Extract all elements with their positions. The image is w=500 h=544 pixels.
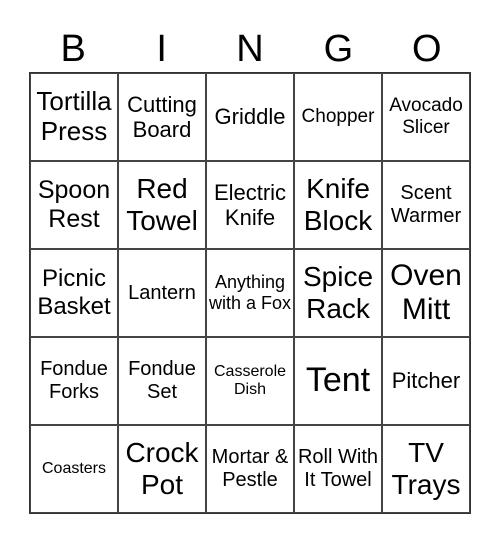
bingo-cell[interactable]: Casserole Dish xyxy=(206,337,294,425)
header-letter-i: I xyxy=(156,28,167,70)
bingo-cell[interactable]: Spoon Rest xyxy=(30,161,118,249)
bingo-cell[interactable]: Scent Warmer xyxy=(382,161,470,249)
bingo-cell[interactable]: Red Towel xyxy=(118,161,206,249)
bingo-cell[interactable]: Oven Mitt xyxy=(382,249,470,337)
bingo-cell[interactable]: Tortilla Press xyxy=(30,73,118,161)
bingo-cell[interactable]: Anything with a Fox xyxy=(206,249,294,337)
header-letter-o: O xyxy=(412,28,442,70)
bingo-cell[interactable]: Tent xyxy=(294,337,382,425)
bingo-cell[interactable]: Roll With It Towel xyxy=(294,425,382,513)
bingo-cell[interactable]: Lantern xyxy=(118,249,206,337)
bingo-cell[interactable]: Knife Block xyxy=(294,161,382,249)
header-letter-n: N xyxy=(236,28,264,70)
header-letter-g: G xyxy=(323,28,354,70)
bingo-cell[interactable]: Spice Rack xyxy=(294,249,382,337)
bingo-cell[interactable]: Crock Pot xyxy=(118,425,206,513)
bingo-cell[interactable]: Cutting Board xyxy=(118,73,206,161)
bingo-cell[interactable]: Pitcher xyxy=(382,337,470,425)
bingo-cell[interactable]: Picnic Basket xyxy=(30,249,118,337)
bingo-grid: Tortilla Press Cutting Board Griddle Choppe… xyxy=(29,72,471,514)
bingo-cell[interactable]: Fondue Forks xyxy=(30,337,118,425)
bingo-cell[interactable]: Mortar & Pestle xyxy=(206,425,294,513)
bingo-cell[interactable]: Chopper xyxy=(294,73,382,161)
bingo-cell[interactable]: Griddle xyxy=(206,73,294,161)
bingo-cell[interactable]: TV Trays xyxy=(382,425,470,513)
bingo-cell[interactable]: Fondue Set xyxy=(118,337,206,425)
header-letter-b: B xyxy=(60,28,86,70)
bingo-cell[interactable]: Avocado Slicer xyxy=(382,73,470,161)
bingo-cell[interactable]: Electric Knife xyxy=(206,161,294,249)
bingo-header: B I N G O xyxy=(29,26,471,72)
bingo-cell[interactable]: Coasters xyxy=(30,425,118,513)
